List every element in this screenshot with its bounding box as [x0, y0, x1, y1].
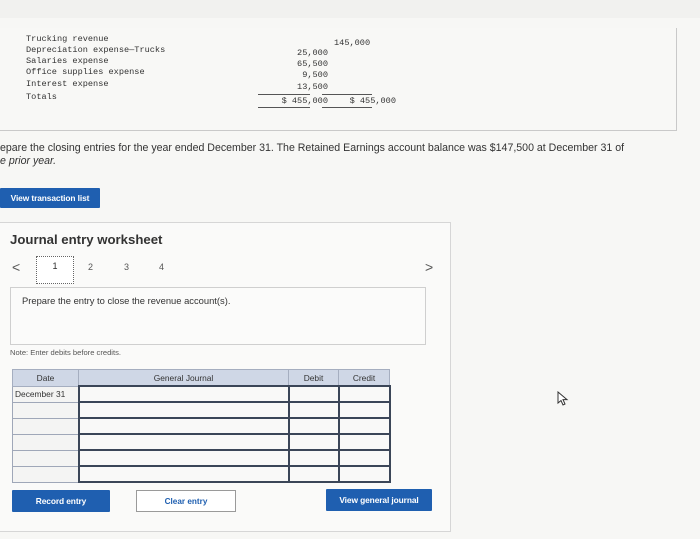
date-cell: December 31 [12, 385, 79, 403]
debit-input[interactable] [287, 417, 340, 435]
debit-input[interactable] [287, 465, 340, 483]
journal-table: Date General Journal Debit Credit Decemb… [12, 369, 391, 483]
tb-credit-total: $ 455,000 [349, 96, 396, 106]
credit-input[interactable] [337, 417, 391, 435]
view-transaction-list-button[interactable]: View transaction list [0, 188, 100, 208]
tb-label: Totals [26, 92, 57, 102]
page-tab-1[interactable]: 1 [36, 256, 74, 284]
record-entry-button[interactable]: Record entry [12, 490, 110, 512]
date-cell [12, 433, 79, 451]
tb-row-office-supplies: Office supplies expense 9,500 [26, 67, 386, 80]
table-row [12, 449, 391, 467]
tb-label: Trucking revenue [26, 34, 109, 44]
instructions: epare the closing entries for the year e… [0, 142, 690, 168]
instructions-line-1: epare the closing entries for the year e… [0, 142, 625, 154]
col-debit: Debit [288, 369, 339, 387]
debit-input[interactable] [287, 385, 340, 403]
credit-input[interactable] [337, 401, 391, 419]
account-input[interactable] [77, 465, 290, 483]
date-cell [12, 449, 79, 467]
table-row [12, 417, 391, 435]
col-credit: Credit [338, 369, 390, 387]
credit-input[interactable] [337, 465, 391, 483]
date-cell [12, 465, 79, 483]
tb-debit-total: $ 455,000 [281, 96, 328, 106]
totals-double-rule-credit [322, 107, 372, 108]
col-date: Date [12, 369, 79, 387]
next-page-chevron-icon[interactable]: > [425, 259, 433, 275]
tb-label: Depreciation expense—Trucks [26, 45, 166, 55]
tb-label: Office supplies expense [26, 67, 145, 77]
page-tab-4[interactable]: 4 [159, 262, 164, 272]
table-row [12, 401, 391, 419]
date-cell [12, 417, 79, 435]
note-text: Note: Enter debits before credits. [10, 348, 122, 357]
tb-label: Interest expense [26, 79, 109, 89]
account-input[interactable] [77, 417, 290, 435]
tb-row-interest: Interest expense 13,500 [26, 79, 386, 92]
table-row [12, 433, 391, 451]
debit-input[interactable] [287, 433, 340, 451]
totals-rule-debit [258, 94, 310, 95]
date-cell [12, 401, 79, 419]
totals-rule-credit [322, 94, 372, 95]
prompt-text: Prepare the entry to close the revenue a… [22, 295, 231, 306]
tb-label: Salaries expense [26, 56, 109, 66]
table-row [12, 465, 391, 483]
instructions-line-2: e prior year. [0, 155, 57, 167]
credit-input[interactable] [337, 449, 391, 467]
totals-double-rule-debit [258, 107, 310, 108]
account-input[interactable] [77, 401, 290, 419]
tb-debit: 13,500 [297, 82, 328, 92]
prev-page-chevron-icon[interactable]: < [12, 259, 20, 275]
debit-input[interactable] [287, 449, 340, 467]
page-number: 1 [52, 261, 58, 271]
credit-input[interactable] [337, 385, 391, 403]
credit-input[interactable] [337, 433, 391, 451]
table-row: December 31 [12, 385, 391, 403]
clear-entry-button[interactable]: Clear entry [136, 490, 236, 512]
account-input[interactable] [77, 433, 290, 451]
page-tab-2[interactable]: 2 [88, 262, 93, 272]
page-tab-3[interactable]: 3 [124, 262, 129, 272]
debit-input[interactable] [287, 401, 340, 419]
worksheet-title: Journal entry worksheet [10, 232, 163, 247]
account-input[interactable] [77, 449, 290, 467]
mouse-pointer-icon [557, 391, 569, 406]
view-general-journal-button[interactable]: View general journal [326, 489, 432, 511]
account-input[interactable] [77, 385, 290, 403]
col-general-journal: General Journal [78, 369, 289, 387]
